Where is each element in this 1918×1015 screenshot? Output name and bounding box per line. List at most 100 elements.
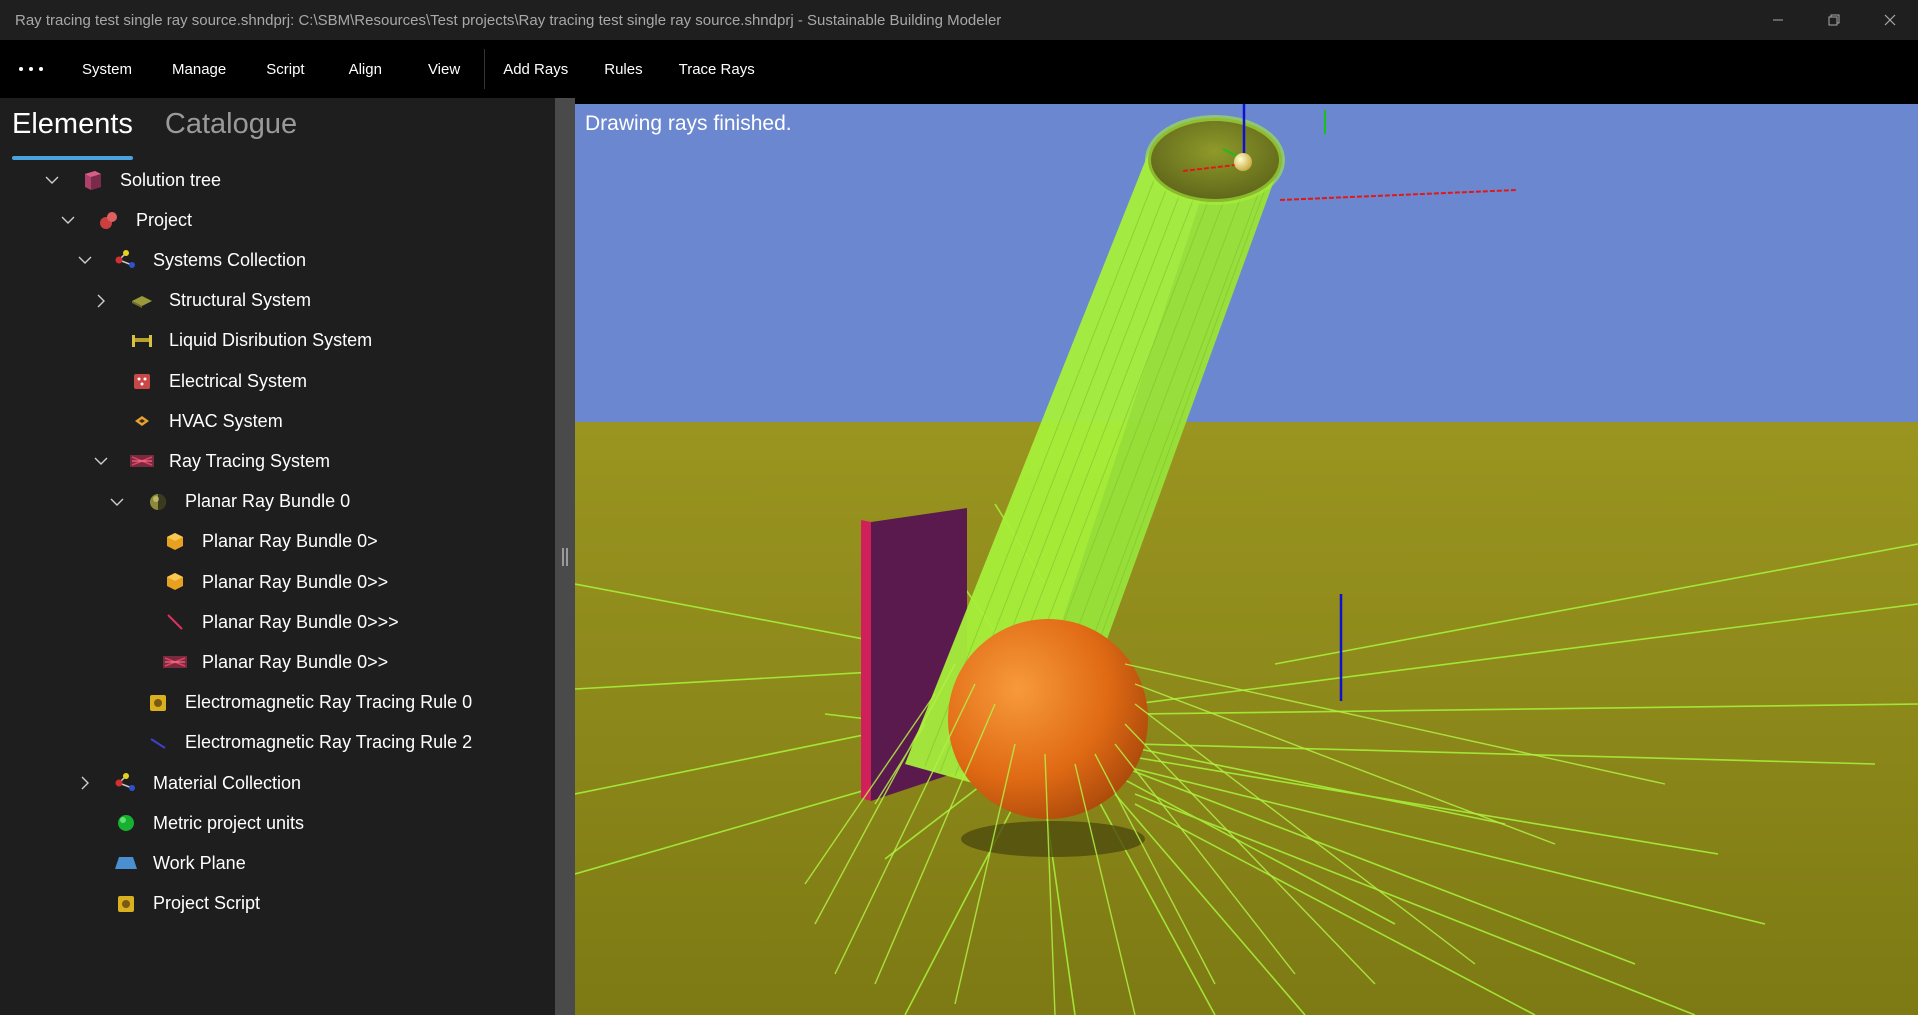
ray-tracing-system-icon xyxy=(162,649,188,675)
tree-item-label: Planar Ray Bundle 0>>> xyxy=(202,611,399,632)
tree-item[interactable]: Electromagnetic Ray Tracing Rule 2 xyxy=(107,723,472,763)
tree-item[interactable]: Project xyxy=(58,200,192,240)
close-icon xyxy=(1884,14,1896,26)
splitter-grip-icon xyxy=(562,548,568,566)
tree-item[interactable]: Electrical System xyxy=(91,361,307,401)
units-green-icon xyxy=(113,810,139,836)
panel-edge xyxy=(861,520,871,801)
electrical-system-icon xyxy=(129,368,155,394)
menu-trace-rays[interactable]: Trace Rays xyxy=(663,40,771,98)
tree-item-label: Planar Ray Bundle 0>> xyxy=(202,651,389,672)
window-title: Ray tracing test single ray source.shndp… xyxy=(15,11,1002,29)
scene-canvas[interactable] xyxy=(575,104,1918,1015)
tree-item-label: Planar Ray Bundle 0> xyxy=(202,531,378,552)
chevron-down-icon[interactable] xyxy=(107,492,127,512)
panel-splitter[interactable] xyxy=(555,98,575,1015)
tree-item[interactable]: Planar Ray Bundle 0>>> xyxy=(124,602,399,642)
tree-item[interactable]: Liquid Disribution System xyxy=(91,321,372,361)
tree-item-label: Ray Tracing System xyxy=(169,450,331,471)
tree-item[interactable]: Solution tree xyxy=(42,160,221,200)
ray-line-blue-icon xyxy=(145,730,171,756)
restore-button[interactable] xyxy=(1806,0,1862,40)
solution-cube-icon xyxy=(80,167,106,193)
tree-item-label: Electromagnetic Ray Tracing Rule 2 xyxy=(185,732,473,753)
tab-elements[interactable]: Elements xyxy=(12,108,133,160)
tree-item-label: Planar Ray Bundle 0>> xyxy=(202,571,389,592)
tree-item[interactable]: Planar Ray Bundle 0>> xyxy=(124,642,388,682)
tree-item-label: Systems Collection xyxy=(153,249,307,270)
tree-item[interactable]: Planar Ray Bundle 0> xyxy=(124,522,378,562)
systems-graph-icon xyxy=(113,247,139,273)
ray-source-box-icon xyxy=(162,569,188,595)
more-dots-icon xyxy=(19,67,43,71)
tree-item[interactable]: Structural System xyxy=(91,281,311,321)
chevron-down-icon[interactable] xyxy=(91,451,111,471)
menu-add-rays[interactable]: Add Rays xyxy=(487,40,584,98)
ray-source-point[interactable] xyxy=(1234,153,1252,171)
more-menu-button[interactable] xyxy=(0,40,62,98)
chevron-down-icon[interactable] xyxy=(75,250,95,270)
solution-panel: Elements Catalogue Solution tree Project S… xyxy=(0,98,555,1015)
menu-view[interactable]: View xyxy=(406,40,482,98)
tree-item[interactable]: Electromagnetic Ray Tracing Rule 0 xyxy=(107,683,472,723)
menu-align[interactable]: Align xyxy=(325,40,406,98)
orange-sphere[interactable] xyxy=(948,619,1148,819)
menu-rules[interactable]: Rules xyxy=(584,40,662,98)
tab-catalogue[interactable]: Catalogue xyxy=(165,108,297,158)
tree-item[interactable]: Planar Ray Bundle 0 xyxy=(107,482,350,522)
tree-item[interactable]: Ray Tracing System xyxy=(91,441,330,481)
tree-item[interactable]: Planar Ray Bundle 0>> xyxy=(124,562,388,602)
tree-item-label: Project xyxy=(136,209,193,230)
tree-item[interactable]: Work Plane xyxy=(75,843,246,883)
tree-item[interactable]: Material Collection xyxy=(75,763,301,803)
menu-manage[interactable]: Manage xyxy=(152,40,246,98)
ray-tracing-system-icon xyxy=(129,448,155,474)
work-plane-icon xyxy=(113,850,139,876)
panel-tabs: Elements Catalogue xyxy=(12,108,329,160)
tree-item[interactable]: Systems Collection xyxy=(75,240,306,280)
tree-item-label: Work Plane xyxy=(153,852,246,873)
chevron-down-icon[interactable] xyxy=(42,170,62,190)
chevron-right-icon[interactable] xyxy=(91,291,111,311)
tree-item[interactable]: Project Script xyxy=(75,884,260,924)
menu-separator xyxy=(484,49,486,89)
tree-item-label: Electrical System xyxy=(169,370,308,391)
liquid-distribution-icon xyxy=(129,328,155,354)
chevron-down-icon[interactable] xyxy=(58,210,78,230)
restore-icon xyxy=(1828,14,1840,26)
tree-item-label: Electromagnetic Ray Tracing Rule 0 xyxy=(185,692,473,713)
menu-bar: System Manage Script Align View Add Rays… xyxy=(0,40,1918,98)
menu-script[interactable]: Script xyxy=(246,40,324,98)
tree-item-label: Structural System xyxy=(169,290,312,311)
minimize-icon xyxy=(1773,19,1783,21)
script-rule-icon xyxy=(113,891,139,917)
tree-item[interactable]: Metric project units xyxy=(75,803,304,843)
material-graph-icon xyxy=(113,770,139,796)
tree-item-label: Metric project units xyxy=(153,812,305,833)
minimize-button[interactable] xyxy=(1750,0,1806,40)
3d-viewport[interactable]: Drawing rays finished. xyxy=(575,104,1918,1015)
chevron-right-icon[interactable] xyxy=(75,773,95,793)
menu-system[interactable]: System xyxy=(62,40,152,98)
title-bar: Ray tracing test single ray source.shndp… xyxy=(0,0,1918,40)
tree-item-label: HVAC System xyxy=(169,410,283,431)
hvac-system-icon xyxy=(129,408,155,434)
ray-line-icon xyxy=(162,609,188,635)
tree-item-label: Material Collection xyxy=(153,772,302,793)
tree-item[interactable]: HVAC System xyxy=(91,401,283,441)
close-button[interactable] xyxy=(1862,0,1918,40)
window-controls xyxy=(1750,0,1918,40)
tree-item-label: Solution tree xyxy=(120,169,222,190)
tree-item-label: Planar Ray Bundle 0 xyxy=(185,491,351,512)
